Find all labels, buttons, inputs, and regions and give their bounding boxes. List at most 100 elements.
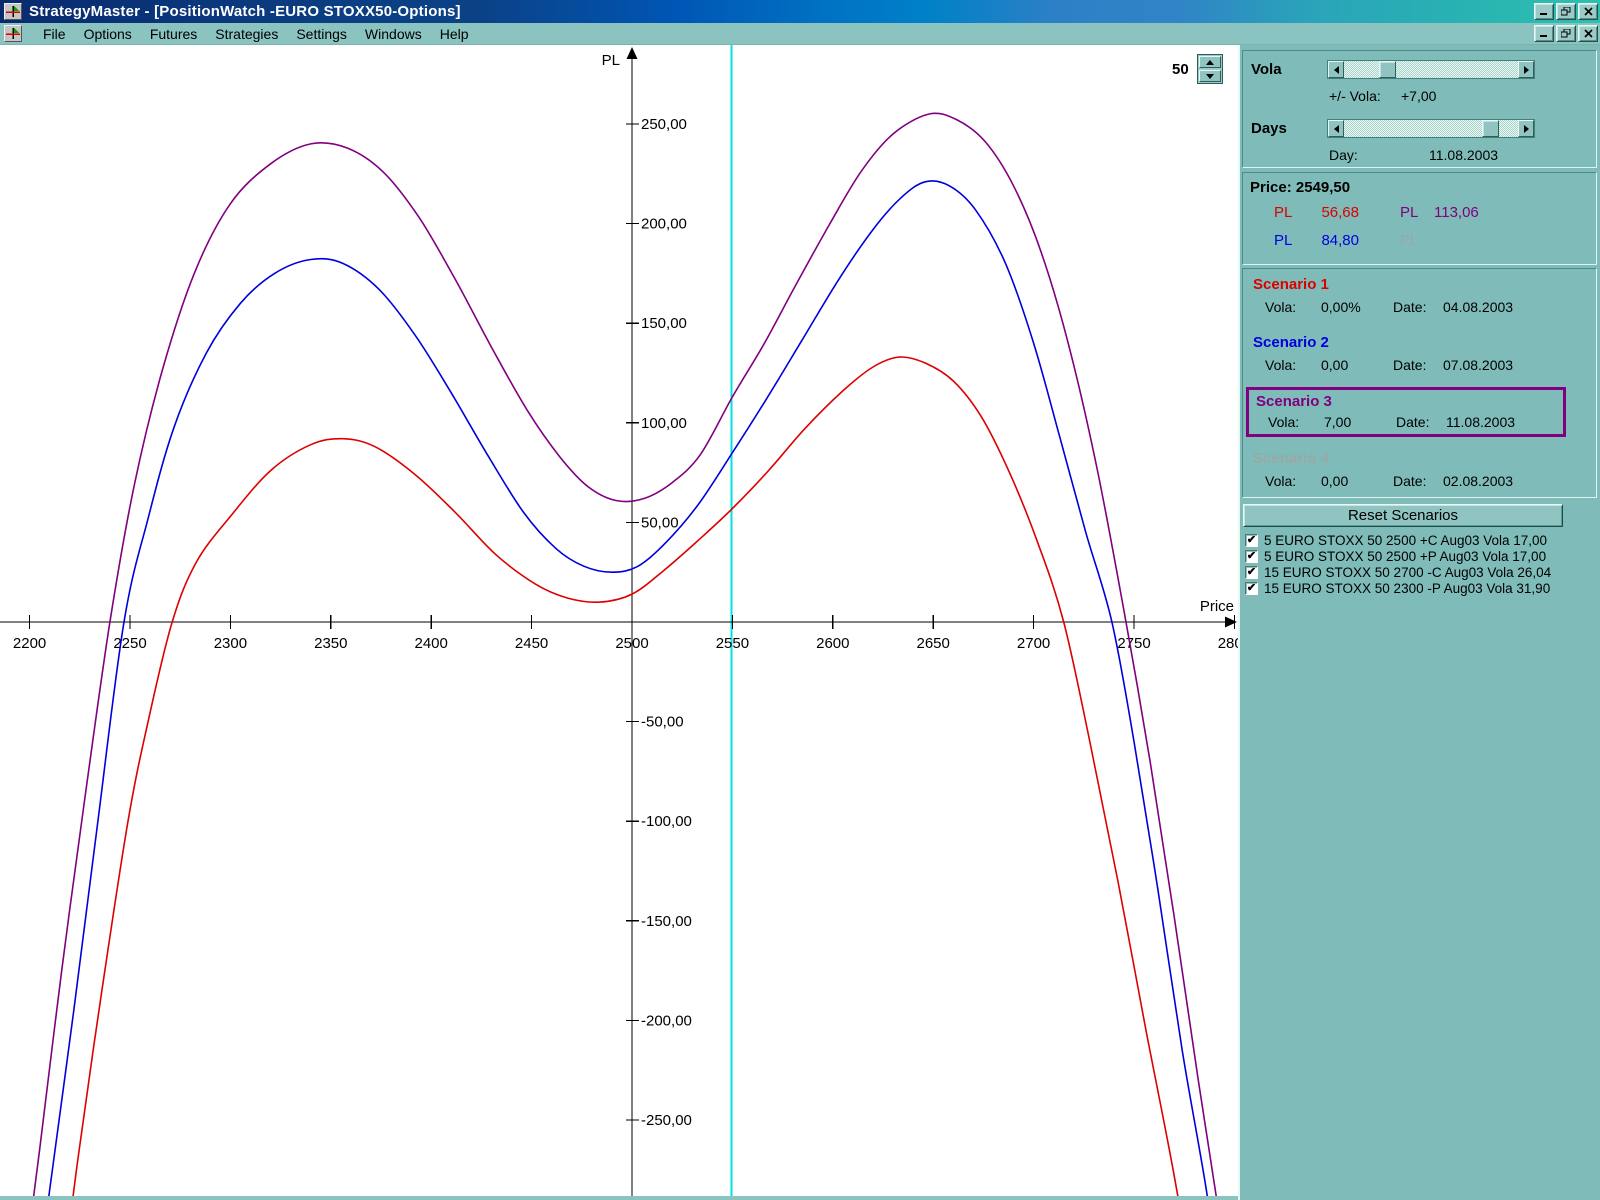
pl-label-scenario1: PL [1274,204,1293,221]
menu-futures[interactable]: Futures [141,24,206,44]
minimize-icon[interactable] [1534,3,1554,20]
spin-down-icon[interactable] [1198,70,1221,82]
current-price: Price: 2549,50 [1250,179,1351,196]
vola-label: Vola: [1268,414,1300,430]
window-controls [1534,3,1598,20]
pl-label-scenario4: PL [1400,232,1419,249]
vola-readout-value: +7,00 [1401,88,1437,104]
y-tick-label: -150,00 [641,913,692,930]
scroll-right-icon[interactable] [1518,61,1534,78]
pl-value-scenario2: 84,80 [1321,232,1359,249]
position-row: ✔ 5 EURO STOXX 50 2500 +P Aug03 Vola 17,… [1245,548,1600,564]
x-tick-label: 2400 [415,635,448,652]
days-slider-track[interactable] [1344,120,1518,137]
x-tick-label: 2550 [716,635,749,652]
x-tick-label: 2650 [917,635,950,652]
menu-settings[interactable]: Settings [287,24,356,44]
slider-section: Vola +/- Vola: +7,00 Days Day: 11.08.200… [1242,50,1597,168]
vola-slider-track[interactable] [1344,61,1518,78]
position-row: ✔ 15 EURO STOXX 50 2700 -C Aug03 Vola 26… [1245,564,1600,580]
vola-value: 0,00 [1321,357,1349,373]
main-area: PL Price 2200 2250 2300 2350 2400 2450 2500 2550 2… [0,45,1600,1200]
restore-icon[interactable] [1556,25,1576,42]
close-icon[interactable] [1578,3,1598,20]
menu-help[interactable]: Help [431,24,478,44]
date-value: 07.08.2003 [1443,357,1514,373]
pl-label-scenario2: PL [1274,232,1293,249]
date-label: Date: [1393,357,1427,373]
vola-slider[interactable] [1327,60,1535,79]
position-label: 5 EURO STOXX 50 2500 +C Aug03 Vola 17,00 [1264,532,1548,548]
x-tick-label: 2800 [1218,635,1238,652]
y-axis-title: PL [602,52,620,69]
date-label: Date: [1393,473,1427,489]
menu-options[interactable]: Options [75,24,141,44]
vola-label: Vola: [1265,299,1297,315]
vola-slider-label: Vola [1251,61,1282,78]
document-icon [4,25,22,42]
scenario-3-selected-box[interactable]: Scenario 3 Vola: 7,00 Date: 11.08.2003 [1246,387,1566,437]
title-bar: StrategyMaster - [PositionWatch -EURO ST… [0,0,1600,23]
days-slider[interactable] [1327,119,1535,138]
chart-scale-spinbox: 50 [1172,54,1223,84]
x-tick-label: 2450 [515,635,548,652]
pl-value-scenario3: 113,06 [1434,204,1479,221]
position-row: ✔ 5 EURO STOXX 50 2500 +C Aug03 Vola 17,… [1245,532,1600,548]
y-tick-label: 250,00 [641,116,687,133]
days-slider-thumb[interactable] [1482,120,1500,137]
scenario-panel: Vola +/- Vola: +7,00 Days Day: 11.08.200… [1238,45,1600,1200]
scenario-2-title[interactable]: Scenario 2 [1253,334,1329,351]
x-axis-title: Price [1200,598,1234,615]
menu-items: File Options Futures Strategies Settings… [34,24,478,44]
pl-label-scenario3: PL [1400,204,1419,221]
scroll-left-icon[interactable] [1328,61,1344,78]
date-label: Date: [1396,414,1430,430]
minimize-icon[interactable] [1534,25,1554,42]
vola-label: Vola: [1265,357,1297,373]
pl-curve-scenario-1 [72,356,1179,1196]
checkbox-checked-icon[interactable]: ✔ [1245,533,1258,547]
checkbox-checked-icon[interactable]: ✔ [1245,581,1258,595]
position-label: 5 EURO STOXX 50 2500 +P Aug03 Vola 17,00 [1264,548,1547,564]
position-row: ✔ 15 EURO STOXX 50 2300 -P Aug03 Vola 31… [1245,580,1600,596]
scenario-1-title[interactable]: Scenario 1 [1253,276,1329,293]
scroll-left-icon[interactable] [1328,120,1344,137]
scenario-3-title[interactable]: Scenario 3 [1256,393,1332,410]
checkbox-checked-icon[interactable]: ✔ [1245,549,1258,563]
app-icon [4,3,22,20]
vola-slider-thumb[interactable] [1379,61,1397,78]
restore-icon[interactable] [1556,3,1576,20]
window-title: StrategyMaster - [PositionWatch -EURO ST… [29,3,461,20]
pl-curve-scenario-3 [32,112,1218,1196]
scenario-4-title[interactable]: Scenario 4 [1253,450,1329,467]
x-tick-label: 2750 [1117,635,1150,652]
pl-value-scenario1: 56,68 [1321,204,1359,221]
scenario-3-row: Vola: 7,00 Date: 11.08.2003 [1249,414,1563,430]
x-tick-label: 2300 [214,635,247,652]
x-tick-label: 2350 [314,635,347,652]
date-value: 04.08.2003 [1443,299,1514,315]
price-section: Price: 2549,50 PL 56,68 PL 113,06 PL 84,… [1242,172,1597,265]
y-tick-label: -100,00 [641,813,692,830]
close-icon[interactable] [1578,25,1598,42]
child-window-controls [1534,25,1598,42]
chart-scale-value: 50 [1172,60,1189,78]
spin-up-icon[interactable] [1198,56,1221,68]
position-label: 15 EURO STOXX 50 2300 -P Aug03 Vola 31,9… [1264,580,1551,596]
menu-windows[interactable]: Windows [356,24,431,44]
scroll-right-icon[interactable] [1518,120,1534,137]
day-readout-label: Day: [1329,147,1358,163]
pl-chart-area: PL Price 2200 2250 2300 2350 2400 2450 2500 2550 2… [0,45,1238,1200]
y-tick-label: -50,00 [641,714,684,731]
x-tick-label: 2600 [816,635,849,652]
x-tick-label: 2700 [1017,635,1050,652]
menu-file[interactable]: File [34,24,75,44]
menu-strategies[interactable]: Strategies [206,24,287,44]
reset-scenarios-button[interactable]: Reset Scenarios [1243,504,1563,527]
scenarios-section: Scenario 1 Vola: 0,00% Date: 04.08.2003 … [1242,268,1597,498]
scenario-1-row: Vola: 0,00% Date: 04.08.2003 [1243,299,1596,315]
checkbox-checked-icon[interactable]: ✔ [1245,565,1258,579]
y-axis-arrow-icon [626,47,638,59]
chart-scale-spinner [1196,54,1223,84]
x-axis-arrow-icon [1225,616,1237,628]
